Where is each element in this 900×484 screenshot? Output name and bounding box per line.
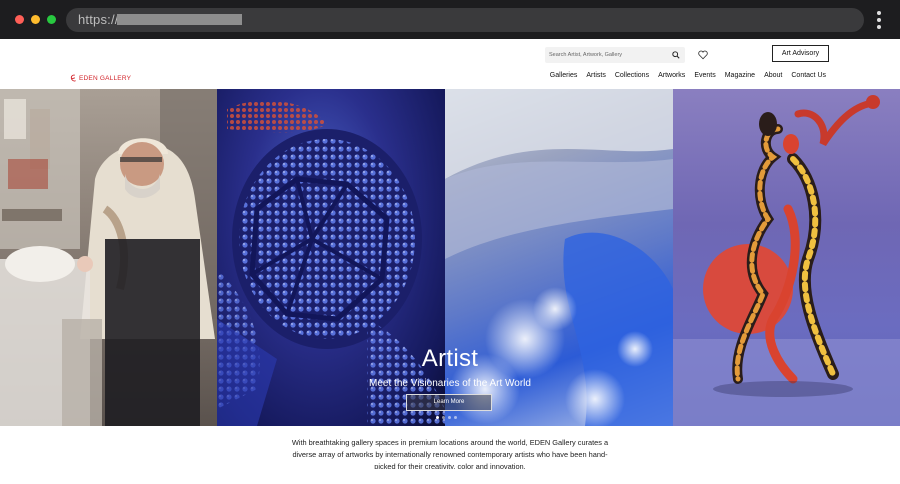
carousel-dot-1[interactable] <box>436 416 439 419</box>
heart-icon[interactable] <box>698 50 708 60</box>
hero-subtitle: Meet the Visionaries of the Art World <box>369 378 531 389</box>
maximize-window-button[interactable] <box>47 15 56 24</box>
browser-menu-icon[interactable] <box>877 11 882 29</box>
eden-logo-icon <box>70 74 76 81</box>
nav-collections[interactable]: Collections <box>615 72 649 79</box>
logo-text: EDEN GALLERY <box>79 74 132 82</box>
nav-galleries[interactable]: Galleries <box>550 72 578 79</box>
search-icon[interactable] <box>672 51 680 59</box>
nav-events[interactable]: Events <box>694 72 715 79</box>
minimize-window-button[interactable] <box>31 15 40 24</box>
carousel-pagination <box>436 416 457 419</box>
search-input[interactable] <box>549 47 669 63</box>
hero-image-jewelled-turtle <box>217 89 445 426</box>
nav-artworks[interactable]: Artworks <box>658 72 685 79</box>
hero-banner: Artist Meet the Visionaries of the Art W… <box>0 89 900 426</box>
search-box[interactable] <box>545 47 685 63</box>
hero-image-abstract-sky <box>445 89 673 426</box>
address-bar[interactable]: https:// <box>66 8 864 32</box>
intro-text: With breathtaking gallery spaces in prem… <box>291 438 609 469</box>
carousel-dot-4[interactable] <box>454 416 457 419</box>
art-advisory-button[interactable]: Art Advisory <box>772 45 829 62</box>
hero-image-dancer-sculpture <box>673 89 900 426</box>
nav-magazine[interactable]: Magazine <box>725 72 755 79</box>
site-logo[interactable]: EDEN GALLERY <box>70 73 131 83</box>
carousel-dot-2[interactable] <box>442 416 445 419</box>
carousel-dot-3[interactable] <box>448 416 451 419</box>
learn-more-button[interactable]: Learn More <box>406 394 492 411</box>
close-window-button[interactable] <box>15 15 24 24</box>
hero-image-artist-studio <box>0 89 217 426</box>
main-nav: Galleries Artists Collections Artworks E… <box>541 72 826 79</box>
nav-about[interactable]: About <box>764 72 782 79</box>
nav-contact-us[interactable]: Contact Us <box>791 72 826 79</box>
browser-chrome: https:// <box>0 0 900 39</box>
nav-artists[interactable]: Artists <box>586 72 605 79</box>
url-redacted <box>117 14 242 25</box>
site-header: Art Advisory EDEN GALLERY Galleries Arti… <box>0 39 900 89</box>
hero-title: Artist <box>421 345 479 372</box>
url-prefix: https:// <box>78 12 119 27</box>
